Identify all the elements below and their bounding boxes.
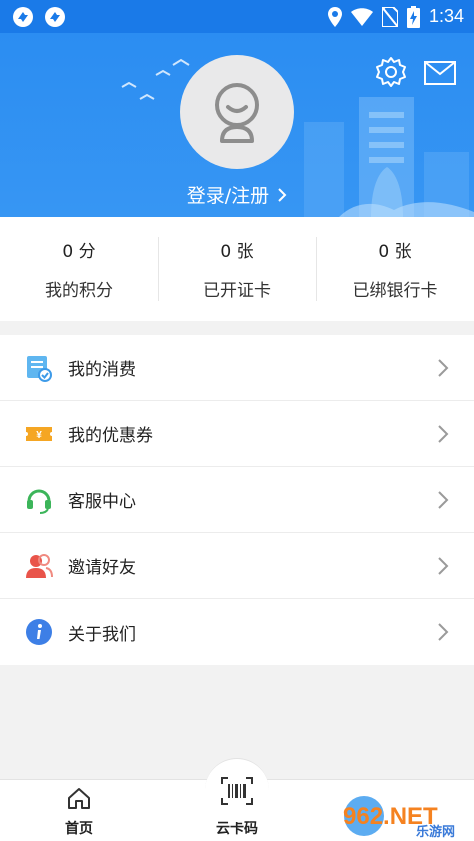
watermark-graphic: 962.NET 乐游网 (343, 796, 455, 840)
chevron-right-icon (438, 424, 449, 443)
menu-label: 我的消费 (68, 360, 136, 380)
menu-label: 关于我们 (68, 624, 136, 645)
status-bar: 1:34 (0, 0, 474, 33)
stat-issued-cards[interactable]: 0 张 已开证卡 (158, 217, 316, 321)
menu-item-invite-friends[interactable]: 邀请好友 (0, 533, 474, 599)
chevron-right-icon (438, 623, 449, 641)
stat-value: 0 张 (220, 242, 254, 262)
stat-value: 0 分 (62, 242, 96, 262)
login-register-link[interactable]: 登录/注册 (0, 181, 474, 208)
stat-label: 已绑银行卡 (352, 281, 438, 301)
default-avatar-icon (215, 83, 259, 143)
status-time: 1:34 (428, 6, 464, 26)
menu-label: 我的优惠券 (68, 426, 153, 446)
menu-item-consumption[interactable]: 我的消费 (0, 335, 474, 401)
invite-friend-icon (26, 553, 53, 578)
stat-label: 我的积分 (45, 281, 113, 301)
barcode-scan-icon (221, 776, 253, 805)
app-notification-icon (13, 6, 33, 27)
coupon-icon: ¥ (26, 426, 52, 441)
watermark-subtext: 乐游网 (416, 824, 455, 838)
cloud-card-code-button[interactable] (205, 758, 269, 822)
menu-label: 邀请好友 (68, 558, 136, 578)
info-icon (26, 619, 52, 645)
site-watermark-logo: 962.NET 乐游网 (338, 794, 468, 841)
no-sim-icon (381, 6, 398, 27)
menu-list: 我的消费 ¥ 我的优惠券 客服中心 邀请好友 关于我们 (0, 335, 474, 665)
menu-item-customer-service[interactable]: 客服中心 (0, 467, 474, 533)
stat-value: 0 张 (378, 242, 412, 262)
avatar[interactable] (180, 55, 294, 169)
wifi-icon (350, 7, 373, 26)
app-notification-icon (45, 6, 65, 27)
message-icon[interactable] (424, 61, 456, 85)
chevron-right-icon (438, 556, 449, 575)
stat-points[interactable]: 0 分 我的积分 (0, 217, 158, 321)
tab-home[interactable]: 首页 (39, 780, 119, 841)
settings-icon[interactable] (374, 55, 408, 89)
login-register-text[interactable]: 登录/注册 (187, 185, 269, 207)
tab-label: 首页 (65, 821, 93, 837)
stats-row: 0 分 我的积分 0 张 已开证卡 0 张 已绑银行卡 (0, 217, 474, 321)
svg-text:¥: ¥ (36, 430, 42, 441)
home-icon (68, 788, 90, 809)
headset-icon (27, 489, 51, 514)
menu-label: 客服中心 (68, 492, 136, 512)
receipt-icon (27, 355, 52, 382)
profile-header: 登录/注册 (0, 33, 474, 217)
battery-charging-icon (406, 5, 420, 28)
stat-label: 已开证卡 (203, 281, 271, 301)
location-icon (327, 6, 342, 27)
chevron-right-icon (278, 188, 287, 202)
menu-item-coupons[interactable]: ¥ 我的优惠券 (0, 401, 474, 467)
stat-bank-cards[interactable]: 0 张 已绑银行卡 (316, 217, 474, 321)
chevron-right-icon (438, 358, 449, 377)
chevron-right-icon (438, 490, 449, 509)
menu-item-about-us[interactable]: 关于我们 (0, 599, 474, 665)
